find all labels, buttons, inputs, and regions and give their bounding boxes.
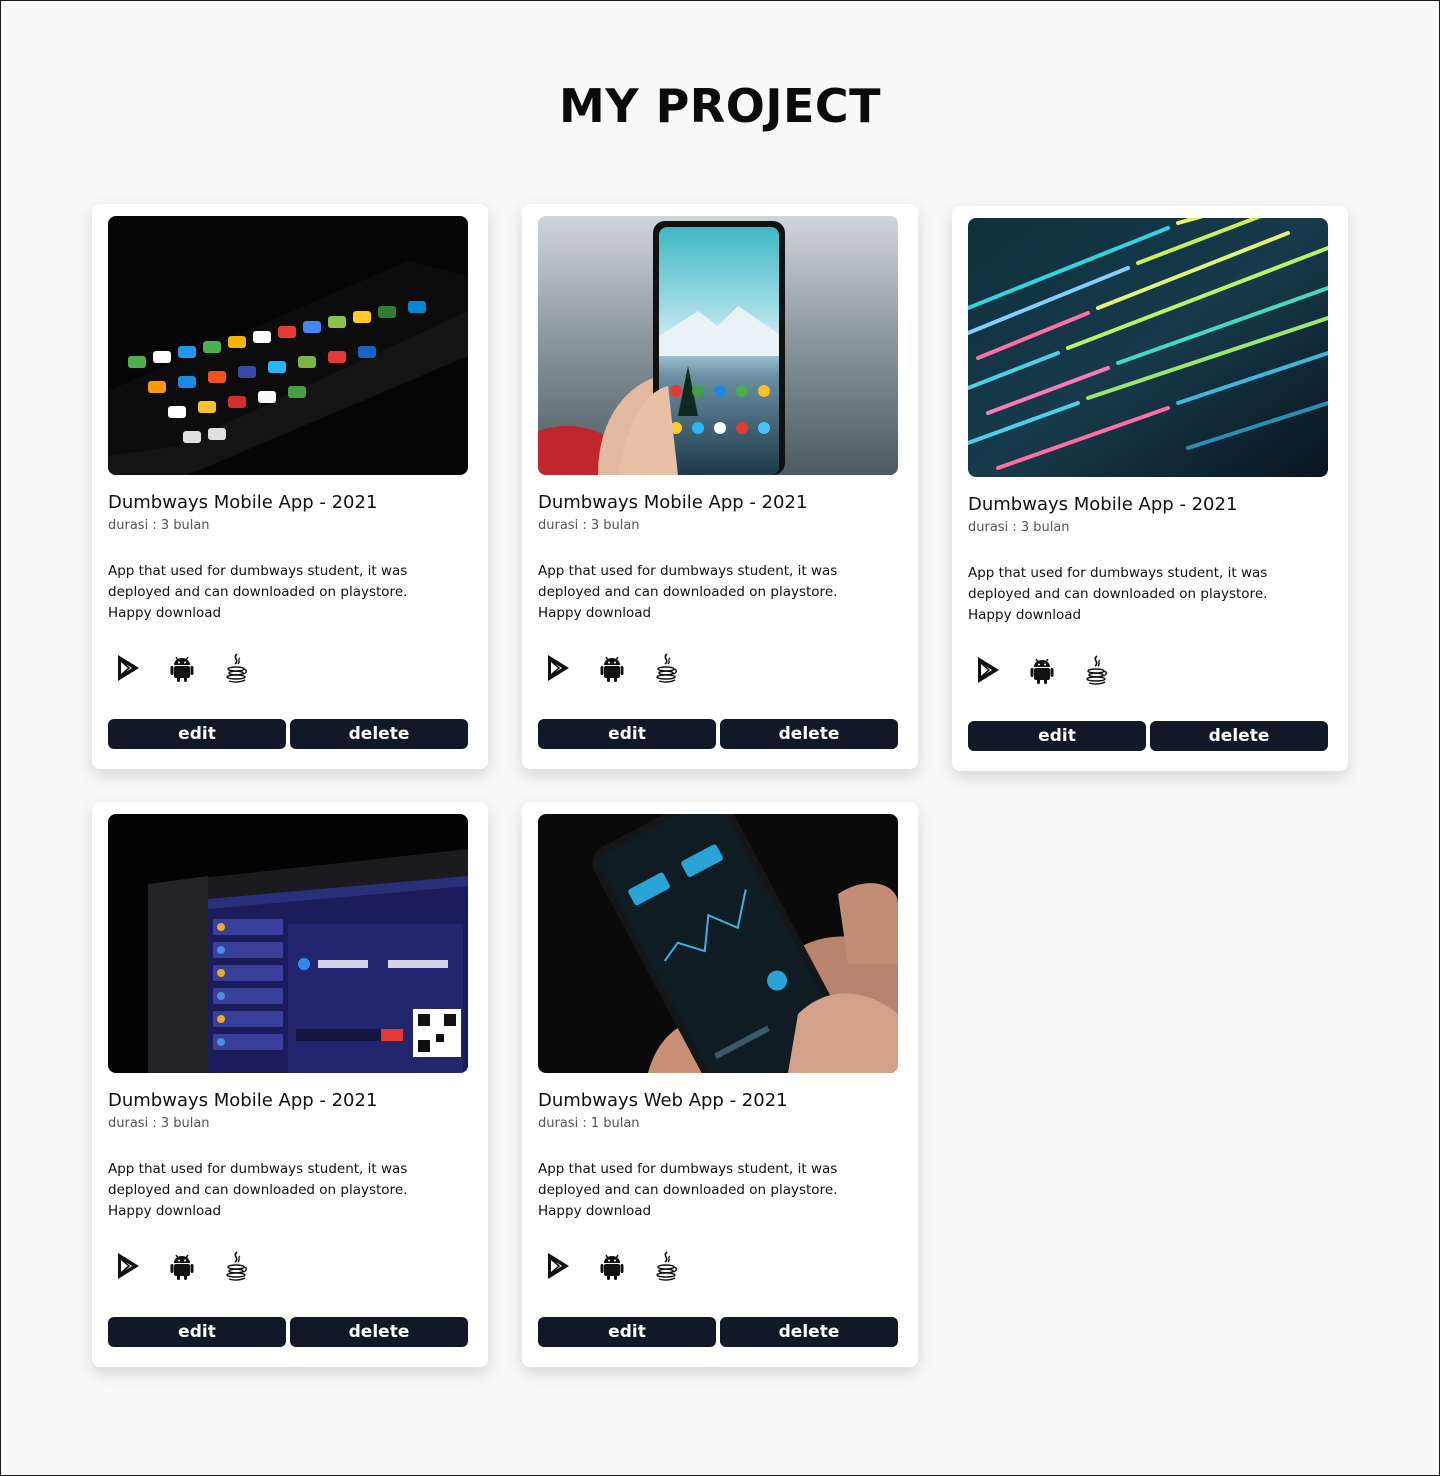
project-title: Dumbways Mobile App - 2021 — [108, 492, 378, 513]
project-card[interactable]: Dumbways Mobile App - 2021 durasi : 3 bu… — [522, 204, 918, 769]
card-actions: edit delete — [968, 721, 1328, 751]
edit-button[interactable]: edit — [108, 1317, 286, 1347]
java-icon — [650, 652, 682, 684]
java-icon — [220, 1250, 252, 1282]
android-icon — [596, 1250, 628, 1282]
java-icon — [650, 1250, 682, 1282]
project-card[interactable]: Dumbways Mobile App - 2021 durasi : 3 bu… — [952, 206, 1348, 771]
project-duration: durasi : 3 bulan — [108, 1116, 210, 1131]
tech-icons — [968, 654, 1332, 686]
edit-button[interactable]: edit — [538, 719, 716, 749]
project-duration: durasi : 3 bulan — [538, 518, 640, 533]
tech-icons — [538, 652, 902, 684]
java-icon — [220, 652, 252, 684]
project-image — [108, 216, 468, 475]
project-description: App that used for dumbways student, it w… — [108, 563, 408, 621]
tech-icons — [108, 1250, 472, 1282]
project-image — [538, 814, 898, 1073]
android-icon — [166, 1250, 198, 1282]
delete-button[interactable]: delete — [1150, 721, 1328, 751]
project-description: App that used for dumbways student, it w… — [968, 565, 1268, 623]
edit-button[interactable]: edit — [108, 719, 286, 749]
card-actions: edit delete — [108, 719, 468, 749]
edit-button[interactable]: edit — [968, 721, 1146, 751]
project-card[interactable]: Dumbways Web App - 2021 durasi : 1 bulan… — [522, 802, 918, 1367]
project-description: App that used for dumbways student, it w… — [108, 1161, 408, 1219]
java-icon — [1080, 654, 1112, 686]
play-store-icon — [972, 654, 1004, 686]
android-icon — [166, 652, 198, 684]
project-title: Dumbways Web App - 2021 — [538, 1090, 788, 1111]
card-actions: edit delete — [538, 719, 898, 749]
android-icon — [596, 652, 628, 684]
delete-button[interactable]: delete — [290, 1317, 468, 1347]
project-card[interactable]: Dumbways Mobile App - 2021 durasi : 3 bu… — [92, 204, 488, 769]
project-title: Dumbways Mobile App - 2021 — [108, 1090, 378, 1111]
project-card[interactable]: Dumbways Mobile App - 2021 durasi : 3 bu… — [92, 802, 488, 1367]
play-store-icon — [542, 1250, 574, 1282]
card-actions: edit delete — [108, 1317, 468, 1347]
card-actions: edit delete — [538, 1317, 898, 1347]
project-title: Dumbways Mobile App - 2021 — [538, 492, 808, 513]
project-image — [968, 218, 1328, 477]
page-title: MY PROJECT — [558, 79, 881, 133]
project-title: Dumbways Mobile App - 2021 — [968, 494, 1238, 515]
play-store-icon — [112, 1250, 144, 1282]
project-description: App that used for dumbways student, it w… — [538, 1161, 838, 1219]
project-description: App that used for dumbways student, it w… — [538, 563, 838, 621]
play-store-icon — [112, 652, 144, 684]
tech-icons — [538, 1250, 902, 1282]
project-duration: durasi : 3 bulan — [108, 518, 210, 533]
project-duration: durasi : 1 bulan — [538, 1116, 640, 1131]
delete-button[interactable]: delete — [720, 719, 898, 749]
delete-button[interactable]: delete — [720, 1317, 898, 1347]
delete-button[interactable]: delete — [290, 719, 468, 749]
project-image — [108, 814, 468, 1073]
tech-icons — [108, 652, 472, 684]
android-icon — [1026, 654, 1058, 686]
play-store-icon — [542, 652, 574, 684]
project-image — [538, 216, 898, 475]
edit-button[interactable]: edit — [538, 1317, 716, 1347]
project-duration: durasi : 3 bulan — [968, 520, 1070, 535]
